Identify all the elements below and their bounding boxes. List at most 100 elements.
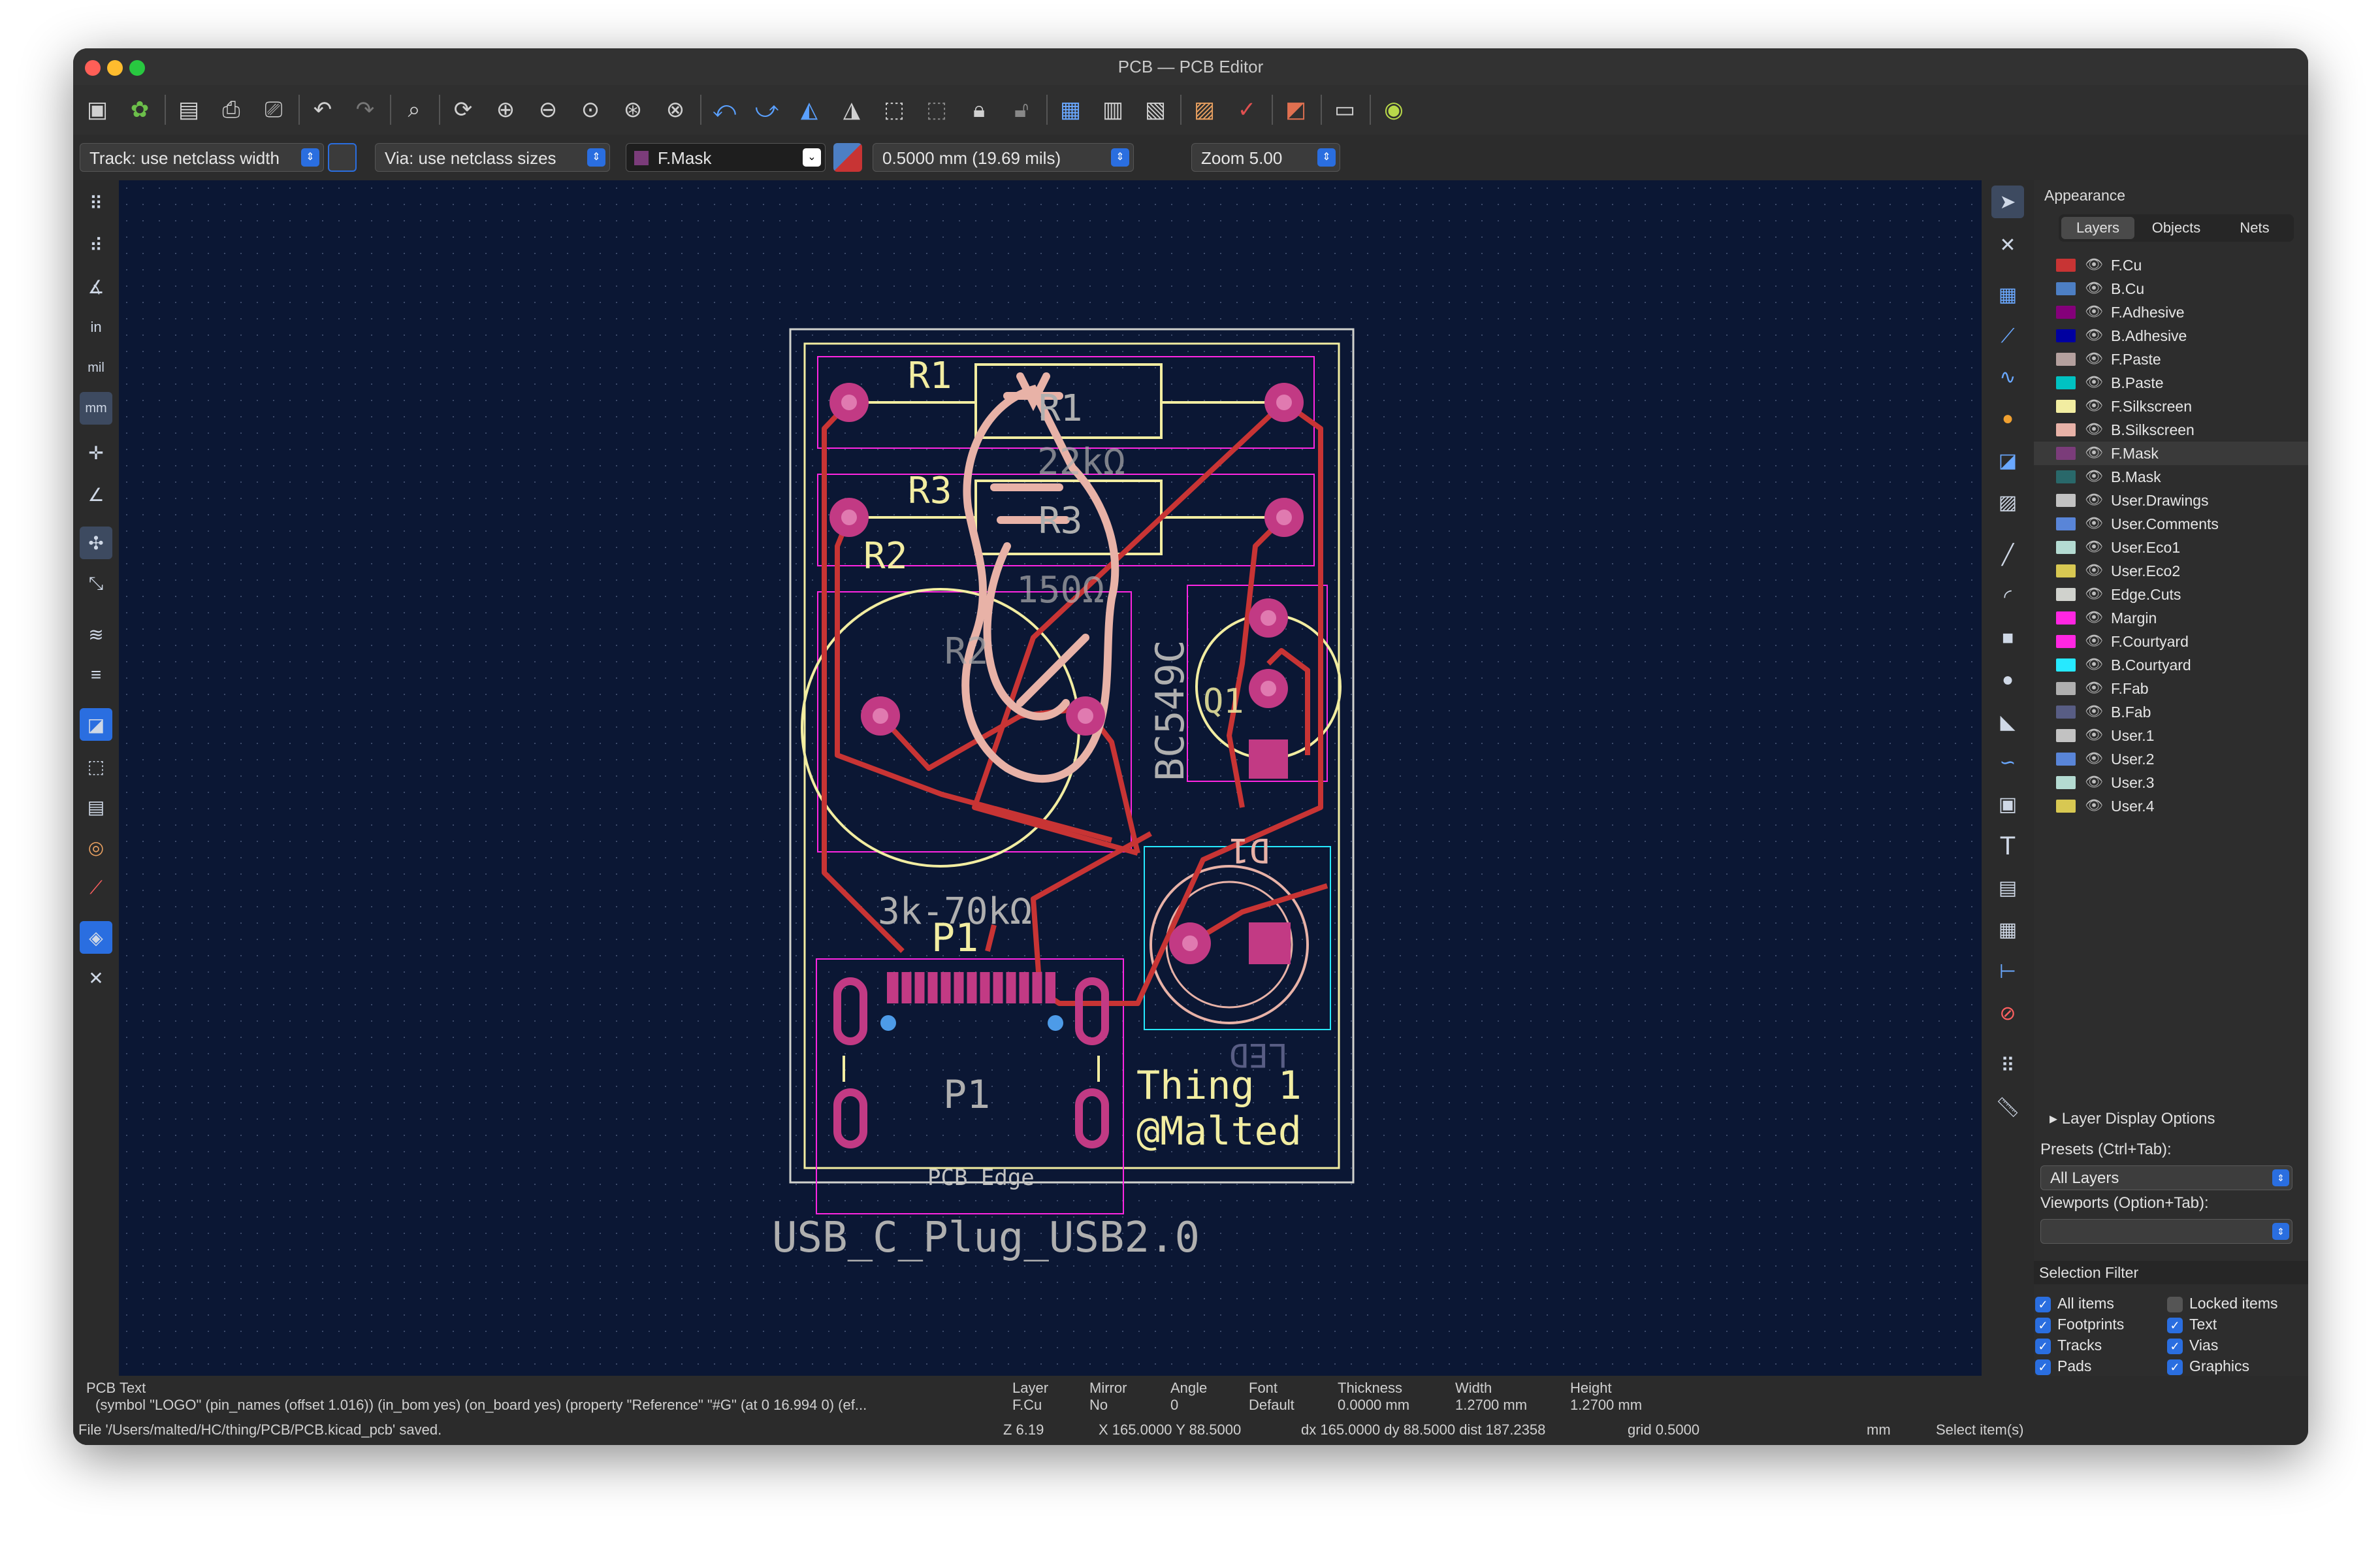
via-display-icon[interactable]: ◎ — [80, 831, 112, 864]
layer-color-swatch[interactable] — [2056, 753, 2076, 766]
eye-icon[interactable]: 👁︎ — [2085, 468, 2103, 485]
eye-icon[interactable]: 👁︎ — [2085, 280, 2103, 297]
draw-bezier-icon[interactable]: ∽ — [1991, 746, 2024, 779]
layer-row[interactable]: 👁︎ User.Drawings — [2034, 489, 2308, 512]
group-icon[interactable]: ⬚ — [876, 92, 912, 127]
3d-viewer-icon[interactable]: ◉ — [1376, 92, 1411, 127]
layer-row[interactable]: 👁︎ F.Mask — [2034, 442, 2308, 465]
cursor-shape-icon[interactable]: ✛ — [80, 436, 112, 469]
layer-color-swatch[interactable] — [2056, 635, 2076, 648]
layer-color-swatch[interactable] — [2056, 800, 2076, 813]
layer-color-swatch[interactable] — [2056, 470, 2076, 483]
tab-objects[interactable]: Objects — [2140, 217, 2213, 239]
layer-color-swatch[interactable] — [2056, 447, 2076, 460]
route-track-icon[interactable]: ⟋ — [1991, 320, 2024, 353]
eye-icon[interactable]: 👁︎ — [2085, 726, 2103, 743]
find-icon[interactable]: ⌕ — [396, 92, 432, 127]
polar-coords-icon[interactable]: ∡ — [80, 270, 112, 303]
add-image-icon[interactable]: ▣ — [1991, 788, 2024, 820]
measure-icon[interactable]: 📏︎ — [1991, 1091, 2024, 1124]
draw-circle-icon[interactable]: ● — [1991, 664, 2024, 696]
layer-row[interactable]: 👁︎ User.2 — [2034, 747, 2308, 771]
eye-icon[interactable]: 👁︎ — [2085, 444, 2103, 461]
tab-nets[interactable]: Nets — [2218, 217, 2291, 239]
filter-checkbox[interactable]: ✓ All items — [2035, 1295, 2114, 1312]
units-inches-icon[interactable]: in — [80, 311, 112, 344]
add-via-icon[interactable]: ● — [1991, 402, 2024, 435]
eye-icon[interactable]: 👁︎ — [2085, 350, 2103, 367]
mirror-icon[interactable]: ◮ — [834, 92, 869, 127]
curved-ratsnest-icon[interactable]: ⤡ — [80, 567, 112, 600]
eye-icon[interactable]: 👁︎ — [2085, 773, 2103, 790]
layer-row[interactable]: 👁︎ F.Adhesive — [2034, 300, 2308, 324]
layer-row[interactable]: 👁︎ Margin — [2034, 606, 2308, 630]
unlock-icon[interactable]: 🔓︎ — [1004, 92, 1039, 127]
net-color-icon[interactable]: ≋ — [80, 618, 112, 651]
eye-icon[interactable]: 👁︎ — [2085, 374, 2103, 391]
layer-color-swatch[interactable] — [2056, 611, 2076, 625]
layer-row[interactable]: 👁︎ Edge.Cuts — [2034, 583, 2308, 606]
plot-icon[interactable]: ⎚ — [256, 92, 291, 127]
layer-color-swatch[interactable] — [2056, 658, 2076, 672]
checkbox-unchecked-icon[interactable] — [2167, 1296, 2183, 1312]
add-zone-icon[interactable]: ◪ — [1991, 444, 2024, 477]
layer-row[interactable]: 👁︎ B.Mask — [2034, 465, 2308, 489]
board-setup-icon[interactable]: ✿ — [122, 92, 157, 127]
checkbox-checked-icon[interactable]: ✓ — [2035, 1317, 2051, 1333]
layer-row[interactable]: 👁︎ B.Adhesive — [2034, 324, 2308, 348]
layer-color-swatch[interactable] — [2056, 329, 2076, 342]
layer-color-swatch[interactable] — [2056, 776, 2076, 789]
grid-origin-icon[interactable]: ⠿ — [1991, 1049, 2024, 1082]
layer-color-swatch[interactable] — [2056, 494, 2076, 507]
layers-manager-icon[interactable]: ◈ — [80, 921, 112, 954]
eye-icon[interactable]: 👁︎ — [2085, 703, 2103, 720]
update-from-schematic-icon[interactable]: ▨ — [1187, 92, 1222, 127]
rotate-cw-icon[interactable]: ⤻ — [749, 92, 784, 127]
layer-color-swatch[interactable] — [2056, 706, 2076, 719]
layer-color-swatch[interactable] — [2056, 259, 2076, 272]
checkbox-checked-icon[interactable]: ✓ — [2035, 1338, 2051, 1354]
checkbox-checked-icon[interactable]: ✓ — [2035, 1296, 2051, 1312]
eye-icon[interactable]: 👁︎ — [2085, 750, 2103, 767]
tune-length-icon[interactable]: ∿ — [1991, 361, 2024, 393]
zoom-window-button[interactable] — [129, 60, 145, 76]
layer-color-swatch[interactable] — [2056, 682, 2076, 695]
draw-arc-icon[interactable]: ◜ — [1991, 580, 2024, 613]
close-window-button[interactable] — [85, 60, 101, 76]
zoom-in-icon[interactable]: ⊕ — [488, 92, 523, 127]
layer-color-swatch[interactable] — [2056, 353, 2076, 366]
layer-row[interactable]: 👁︎ B.Fab — [2034, 700, 2308, 724]
eye-icon[interactable]: 👁︎ — [2085, 397, 2103, 414]
eye-icon[interactable]: 👁︎ — [2085, 679, 2103, 696]
via-size-select[interactable]: Via: use netclass sizes ⇕ — [375, 143, 610, 172]
grid-select[interactable]: 0.5000 mm (19.69 mils) ⇕ — [873, 143, 1134, 172]
layer-color-swatch[interactable] — [2056, 729, 2076, 742]
grid-dots-icon[interactable]: ⠿ — [80, 187, 112, 219]
zoom-objects-icon[interactable]: ⊛ — [615, 92, 651, 127]
layer-display-options-toggle[interactable]: ▸ Layer Display Options — [2050, 1109, 2215, 1128]
layer-color-swatch[interactable] — [2056, 306, 2076, 319]
zoom-select[interactable]: Zoom 5.00 ⇕ — [1191, 143, 1340, 172]
add-footprint-icon[interactable]: ▦ — [1991, 278, 2024, 311]
layer-row[interactable]: 👁︎ F.Fab — [2034, 677, 2308, 700]
filter-checkbox[interactable]: ✓ Text — [2167, 1316, 2217, 1333]
active-layer-select[interactable]: F.Mask ⌄ — [626, 143, 826, 172]
grid-override-icon[interactable]: ⠾ — [80, 229, 112, 261]
minimize-window-button[interactable] — [107, 60, 123, 76]
presets-select[interactable]: All Layers ⇕ — [2040, 1165, 2292, 1190]
pcb-canvas[interactable]: R1 R1 22kΩ R3 R3 R2 150Ω R2 BC549C Q1 D1… — [119, 180, 1982, 1377]
redraw-icon[interactable]: ⟳ — [445, 92, 481, 127]
flip-icon[interactable]: ◭ — [792, 92, 827, 127]
checkbox-checked-icon[interactable]: ✓ — [2167, 1338, 2183, 1354]
filter-checkbox[interactable]: ✓ Footprints — [2035, 1316, 2124, 1333]
draw-line-icon[interactable]: ╱ — [1991, 538, 2024, 571]
filter-checkbox[interactable]: Locked items — [2167, 1295, 2278, 1312]
layer-pair-button[interactable] — [833, 143, 862, 172]
redo-icon[interactable]: ↷ — [347, 92, 383, 127]
save-icon[interactable]: ▣ — [80, 92, 115, 127]
zoom-out-icon[interactable]: ⊖ — [530, 92, 566, 127]
add-dimension-icon[interactable]: ⊢ — [1991, 955, 2024, 988]
python-icon[interactable]: ◩ — [1278, 92, 1313, 127]
undo-icon[interactable]: ↶ — [305, 92, 340, 127]
layer-color-swatch[interactable] — [2056, 541, 2076, 554]
